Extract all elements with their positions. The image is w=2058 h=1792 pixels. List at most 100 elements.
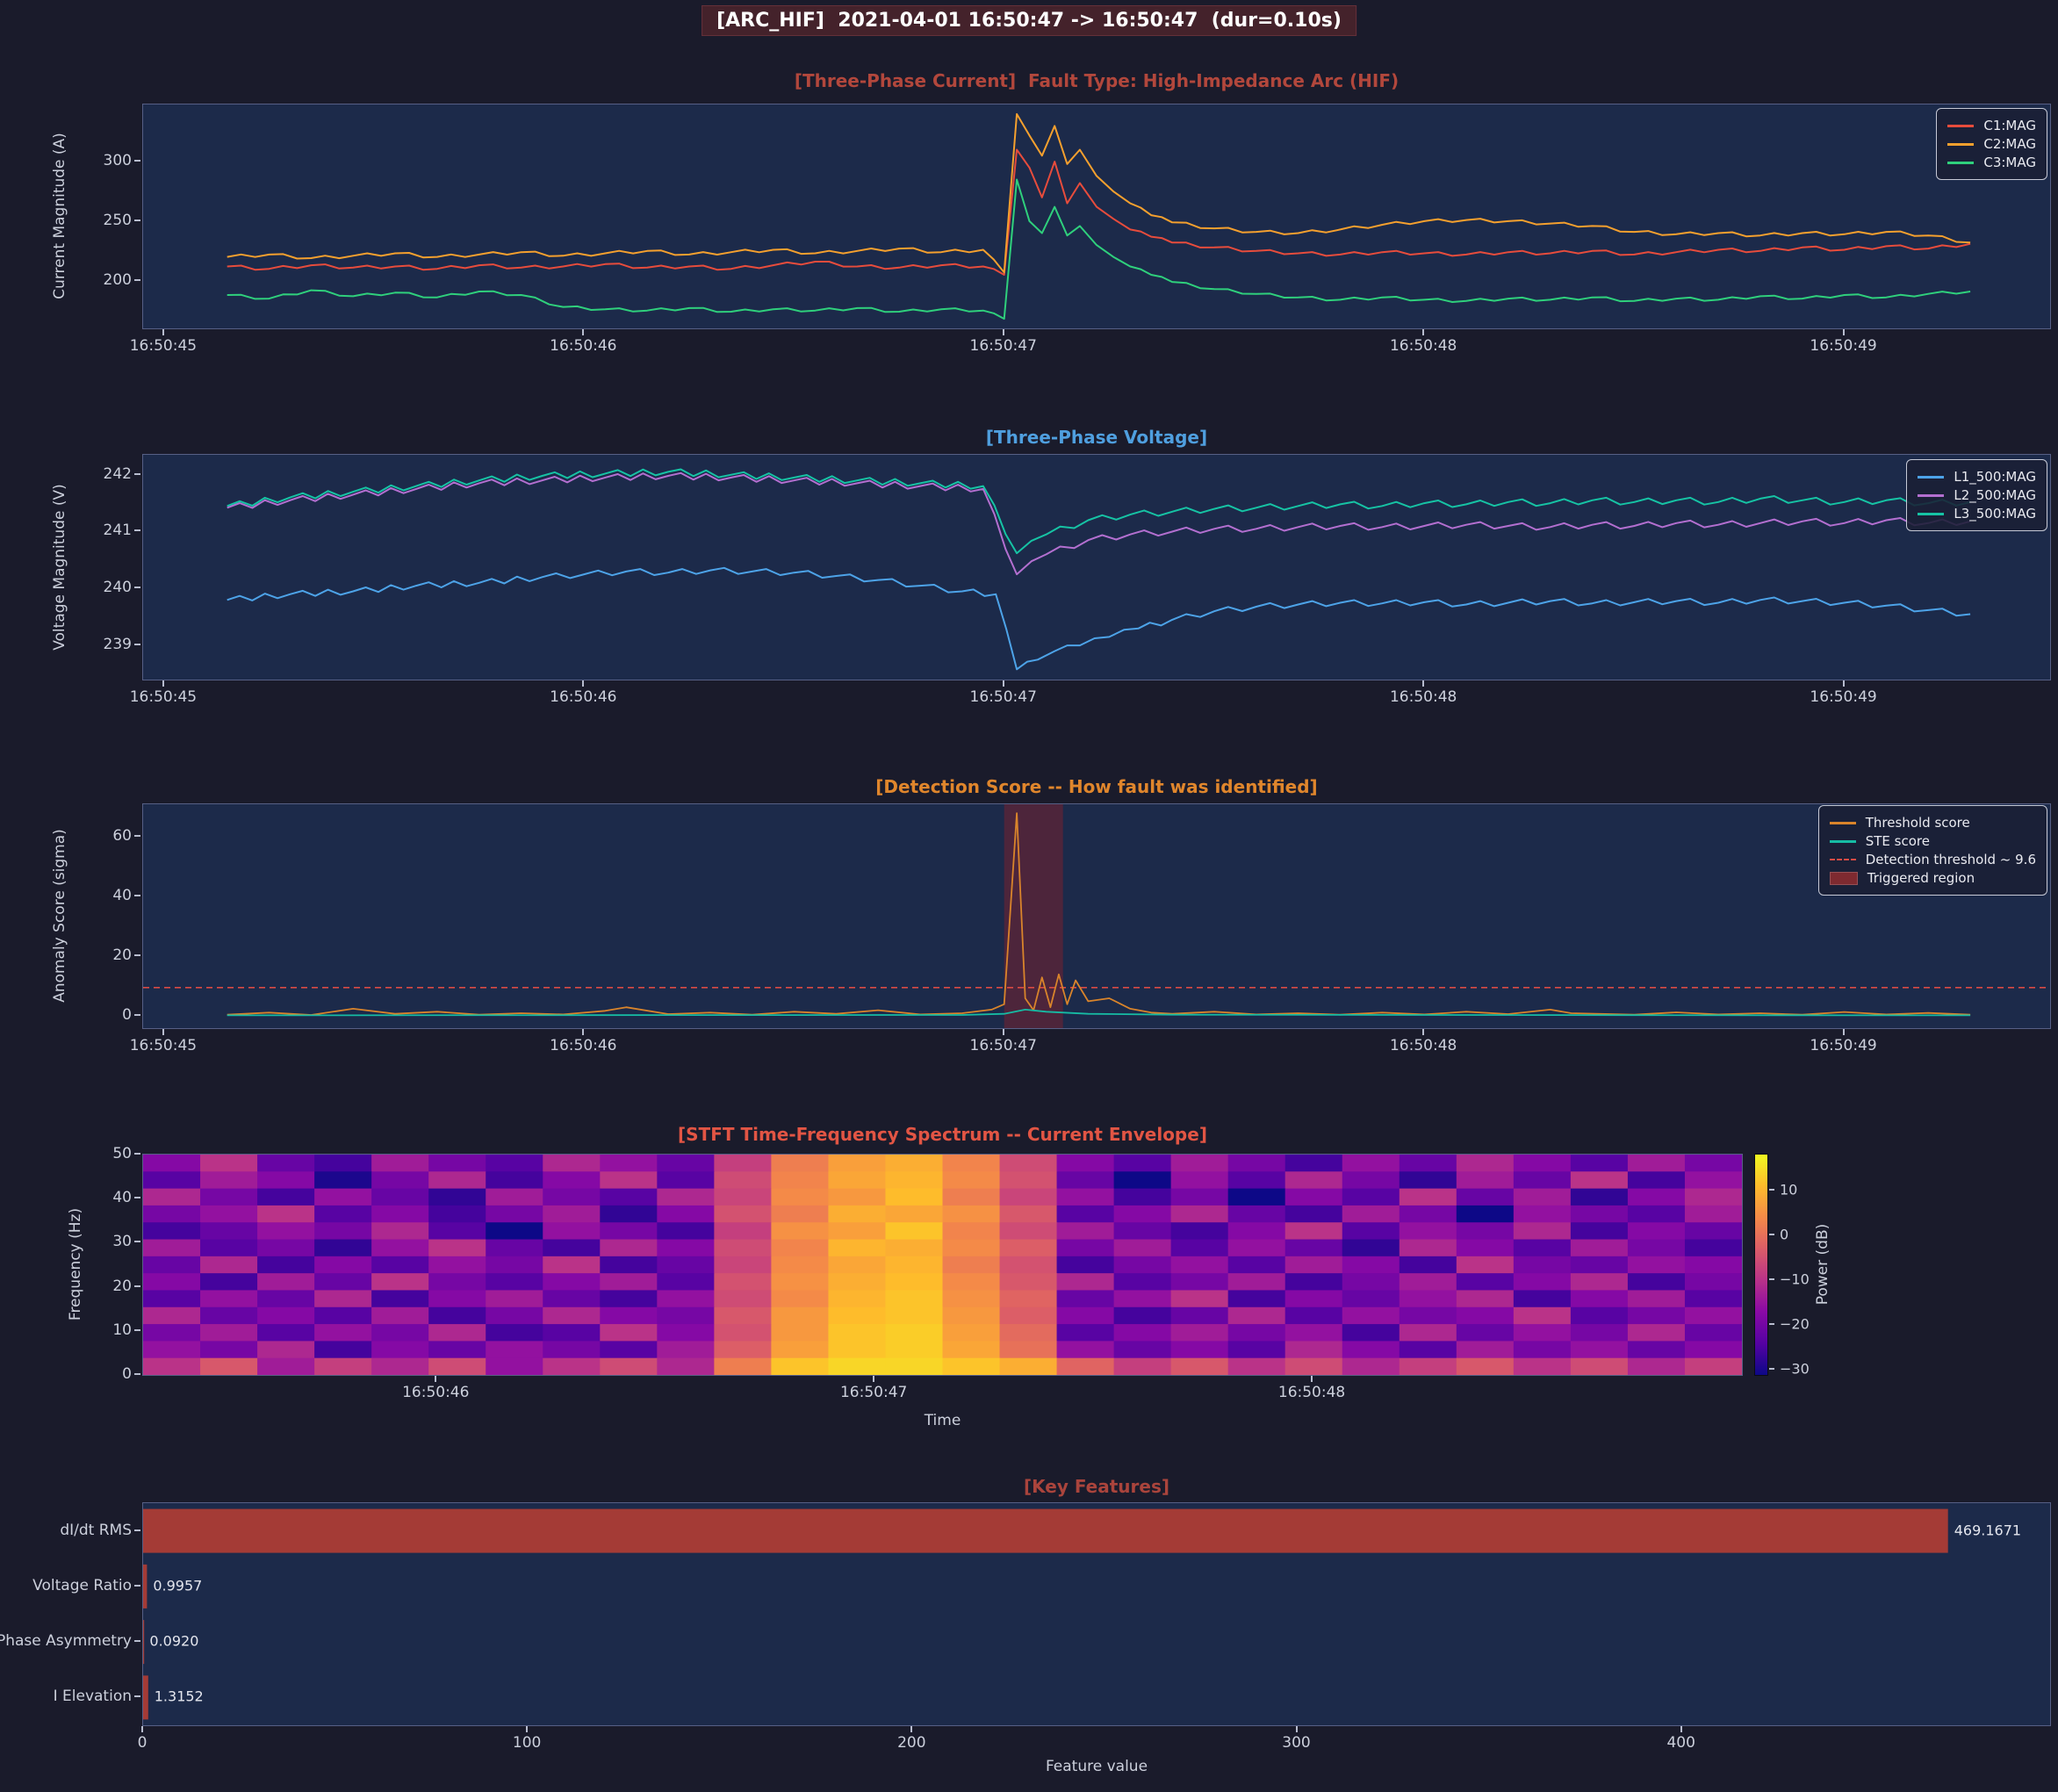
plot-stft (142, 1154, 1743, 1376)
figure-suptitle: [ARC_HIF] 2021-04-01 16:50:47 -> 16:50:4… (702, 5, 1356, 36)
y-tick-mark (134, 835, 140, 837)
x-tick-mark (1311, 1376, 1313, 1382)
stft-y-axis-label: Frequency (Hz) (67, 1208, 84, 1321)
x-tick-mark (162, 680, 164, 687)
features-panel-title: [Key Features] (142, 1476, 2051, 1497)
x-tick-label: 16:50:46 (550, 688, 616, 706)
bar-value-label: 469.1671 (1954, 1522, 2021, 1538)
current-panel-title: [Three-Phase Current] Fault Type: High-I… (142, 70, 2051, 91)
dash-swatch (1830, 859, 1856, 860)
voltage-panel-title: [Three-Phase Voltage] (142, 427, 2051, 448)
legend-label: C2:MAG (1983, 136, 2036, 152)
x-tick-label: 16:50:46 (550, 1037, 616, 1054)
line-swatch (1947, 125, 1974, 127)
x-tick-mark (873, 1376, 874, 1382)
legend-item: Triggered region (1830, 870, 2036, 886)
x-tick-mark (435, 1376, 436, 1382)
detection-panel-title: [Detection Score -- How fault was identi… (142, 776, 2051, 797)
legend-label: C1:MAG (1983, 118, 2036, 133)
line-swatch (1947, 143, 1974, 146)
legend-label: C3:MAG (1983, 155, 2036, 170)
x-tick-label: 200 (897, 1734, 925, 1752)
x-tick-mark (582, 329, 584, 335)
y-tick-mark (134, 1285, 140, 1287)
x-tick-mark (141, 1726, 143, 1732)
legend-label: Detection threshold ~ 9.6 (1866, 852, 2036, 867)
category-tick-label: Phase Asymmetry (0, 1632, 132, 1650)
x-tick-label: 400 (1666, 1734, 1695, 1752)
y-tick-mark (134, 1014, 140, 1016)
y-tick-label: 239 (76, 636, 132, 653)
y-tick-label: 0 (76, 1006, 132, 1024)
y-tick-mark (134, 954, 140, 956)
colorbar-tick-mark (1769, 1189, 1774, 1191)
y-tick-mark (134, 279, 140, 281)
legend-item: Threshold score (1830, 815, 2036, 831)
x-tick-mark (1003, 1029, 1004, 1035)
y-tick-mark (134, 1585, 140, 1587)
x-tick-label: 16:50:45 (130, 1037, 197, 1054)
x-tick-mark (1422, 1029, 1424, 1035)
category-tick-label: Voltage Ratio (0, 1577, 132, 1594)
colorbar-tick-label: −20 (1780, 1316, 1810, 1333)
y-tick-mark (134, 1153, 140, 1155)
y-tick-mark (134, 1640, 140, 1642)
y-tick-label: 250 (76, 212, 132, 229)
legend-label: Triggered region (1867, 870, 1975, 886)
x-tick-label: 0 (138, 1734, 148, 1752)
bar-value-label: 0.0920 (149, 1633, 198, 1650)
legend-detection: Threshold score STE score Detection thresh… (1818, 805, 2047, 896)
x-tick-mark (526, 1726, 528, 1732)
x-tick-label: 16:50:45 (130, 337, 197, 355)
y-tick-label: 242 (76, 465, 132, 483)
plot-voltage (142, 454, 2051, 680)
colorbar-tick-mark (1769, 1323, 1774, 1325)
y-tick-mark (134, 895, 140, 896)
x-tick-label: 16:50:47 (970, 337, 1037, 355)
line-swatch (1830, 840, 1856, 843)
plot-current (142, 104, 2051, 329)
colorbar-tick-mark (1769, 1368, 1774, 1370)
stft-panel-title: [STFT Time-Frequency Spectrum -- Current… (142, 1124, 1743, 1145)
x-tick-mark (1843, 1029, 1845, 1035)
legend-voltage: L1_500:MAGL2_500:MAGL3_500:MAG (1906, 459, 2047, 531)
y-tick-mark (134, 587, 140, 588)
y-tick-label: 20 (76, 946, 132, 964)
x-tick-label: 300 (1282, 1734, 1310, 1752)
legend-label: L3_500:MAG (1954, 506, 2036, 522)
voltage-y-axis-label: Voltage Magnitude (V) (51, 484, 68, 651)
legend-item: STE score (1830, 833, 2036, 849)
bar-value-label: 1.3152 (155, 1688, 204, 1705)
colorbar (1754, 1154, 1768, 1376)
y-tick-mark (134, 1373, 140, 1375)
line-swatch (1918, 513, 1944, 515)
x-tick-mark (582, 1029, 584, 1035)
stft-x-axis-label: Time (142, 1412, 1743, 1429)
x-tick-label: 16:50:46 (550, 337, 616, 355)
legend-label: STE score (1866, 833, 1930, 849)
legend-item: L2_500:MAG (1918, 487, 2036, 503)
legend-label: L2_500:MAG (1954, 487, 2036, 503)
x-tick-label: 16:50:49 (1810, 337, 1876, 355)
y-tick-mark (134, 644, 140, 645)
legend-current: C1:MAG C2:MAG C3:MAG (1936, 108, 2047, 180)
legend-item: C1:MAG (1947, 118, 2036, 133)
x-tick-mark (1296, 1726, 1298, 1732)
y-tick-mark (134, 1329, 140, 1331)
plot-detection (142, 803, 2051, 1029)
y-tick-label: 240 (76, 579, 132, 596)
x-tick-mark (1680, 1726, 1682, 1732)
x-tick-mark (162, 329, 164, 335)
legend-item: L3_500:MAG (1918, 506, 2036, 522)
figure: [ARC_HIF] 2021-04-01 16:50:47 -> 16:50:4… (0, 0, 2058, 1792)
x-tick-mark (1003, 680, 1004, 687)
colorbar-tick-label: −30 (1780, 1361, 1810, 1378)
line-swatch (1830, 822, 1856, 824)
x-tick-mark (910, 1726, 912, 1732)
y-tick-label: 30 (76, 1233, 132, 1250)
y-tick-label: 300 (76, 152, 132, 169)
y-tick-label: 60 (76, 827, 132, 845)
y-tick-mark (134, 473, 140, 475)
x-tick-label: 16:50:47 (970, 1037, 1037, 1054)
x-tick-label: 16:50:47 (970, 688, 1037, 706)
